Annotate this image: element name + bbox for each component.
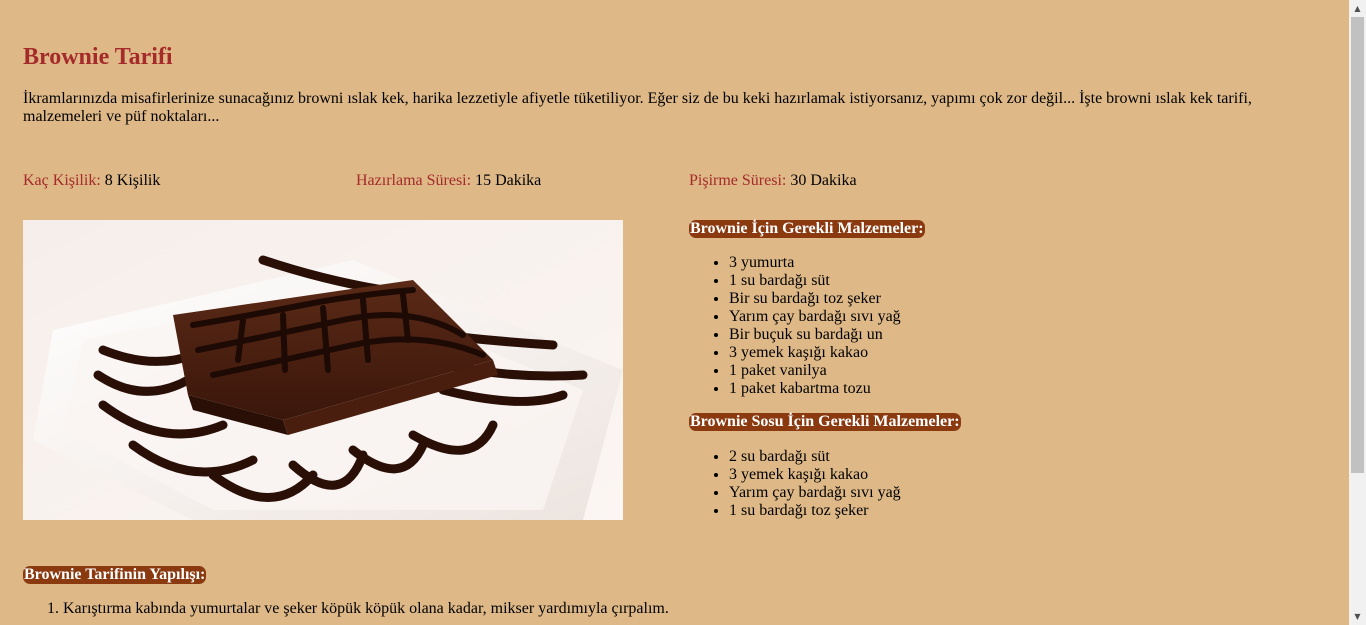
sauce-list: 2 su bardağı süt 3 yemek kaşığı kakao Ya…: [689, 448, 901, 520]
list-item: Bir buçuk su bardağı un: [729, 326, 901, 344]
list-item: 3 yemek kaşığı kakao: [729, 466, 901, 484]
brownie-photo: [23, 220, 623, 520]
cook-time-info: Pişirme Süresi: 30 Dakika: [689, 172, 857, 190]
list-item: 1 su bardağı toz şeker: [729, 502, 901, 520]
steps-list: Karıştırma kabında yumurtalar ve şeker k…: [23, 600, 669, 618]
prep-time-info: Hazırlama Süresi: 15 Dakika: [356, 172, 541, 190]
page-title: Brownie Tarifi: [23, 44, 173, 70]
servings-info: Kaç Kişilik: 8 Kişilik: [23, 172, 160, 190]
cook-time-value: 30 Dakika: [790, 172, 857, 189]
list-item: 1 su bardağı süt: [729, 272, 901, 290]
steps-heading: Brownie Tarifinin Yapılışı:: [23, 566, 207, 584]
vertical-scrollbar[interactable]: ▲ ▼: [1349, 0, 1366, 625]
scroll-up-arrow-icon[interactable]: ▲: [1349, 0, 1366, 17]
list-item: Bir su bardağı toz şeker: [729, 290, 901, 308]
list-item: Yarım çay bardağı sıvı yağ: [729, 308, 901, 326]
ingredients-list: 3 yumurta 1 su bardağı süt Bir su bardağ…: [689, 254, 901, 398]
step-item: Karıştırma kabında yumurtalar ve şeker k…: [63, 600, 669, 618]
scroll-down-arrow-icon[interactable]: ▼: [1349, 608, 1366, 625]
list-item: 1 paket kabartma tozu: [729, 380, 901, 398]
servings-value: 8 Kişilik: [104, 172, 161, 189]
servings-label: Kaç Kişilik:: [23, 172, 101, 189]
sauce-heading: Brownie Sosu İçin Gerekli Malzemeler:: [689, 413, 961, 431]
list-item: Yarım çay bardağı sıvı yağ: [729, 484, 901, 502]
scroll-thumb[interactable]: [1351, 17, 1364, 473]
prep-time-label: Hazırlama Süresi:: [356, 172, 472, 189]
list-item: 1 paket vanilya: [729, 362, 901, 380]
list-item: 3 yumurta: [729, 254, 901, 272]
cook-time-label: Pişirme Süresi:: [689, 172, 787, 189]
list-item: 3 yemek kaşığı kakao: [729, 344, 901, 362]
intro-paragraph: İkramlarınızda misafirlerinize sunacağın…: [23, 90, 1252, 125]
list-item: 2 su bardağı süt: [729, 448, 901, 466]
prep-time-value: 15 Dakika: [475, 172, 542, 189]
ingredients-heading: Brownie İçin Gerekli Malzemeler:: [689, 220, 925, 238]
